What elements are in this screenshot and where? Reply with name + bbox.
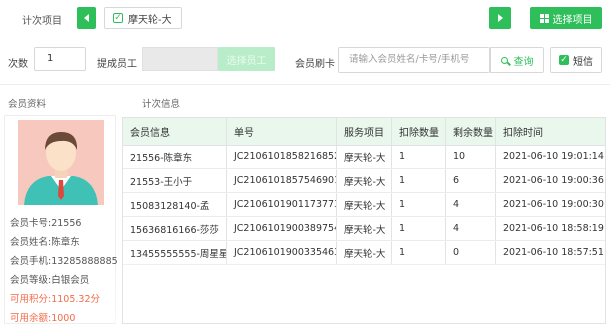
table-cell: 21556-陈章东 xyxy=(123,145,227,168)
member-info-heading: 会员资料 xyxy=(8,99,47,110)
table-header: 会员信息 单号 服务项目 扣除数量 剩余数量 扣除时间 xyxy=(123,118,605,146)
column-header[interactable]: 剩余数量 xyxy=(446,118,496,145)
member-level: 会员等级:白银会员 xyxy=(10,275,90,286)
count-records-table: 会员信息 单号 服务项目 扣除数量 剩余数量 扣除时间 21556-陈章东 JC… xyxy=(122,117,606,324)
query-button[interactable]: 查询 xyxy=(490,47,544,73)
select-project-label: 选择项目 xyxy=(552,14,593,26)
count-info-heading: 计次信息 xyxy=(142,99,181,110)
checkmark-icon: ✓ xyxy=(113,12,123,23)
member-points: 可用积分:1105.32分 xyxy=(10,294,100,305)
table-cell: 13455555555-周星星 xyxy=(123,241,227,264)
table-cell: 4 xyxy=(446,217,496,240)
table-cell: 4 xyxy=(446,193,496,216)
table-row[interactable]: 13455555555-周星星 JC2106101900335463 摩天轮-大… xyxy=(123,241,605,265)
table-cell: 摩天轮-大 xyxy=(337,241,392,264)
sms-checkbox[interactable]: ✓ 短信 xyxy=(550,47,602,73)
divider xyxy=(0,84,610,85)
table-cell: 2021-06-10 19:00:36 xyxy=(503,175,604,186)
member-search-input[interactable]: 请输入会员姓名/卡号/手机号 xyxy=(338,47,490,73)
table-row[interactable]: 21556-陈章东 JC2106101858216852 摩天轮-大 1 10 … xyxy=(123,145,605,169)
table-cell: 10 xyxy=(446,145,496,168)
table-cell: JC2106101900335463 xyxy=(227,241,337,264)
table-row[interactable]: 15636816166-莎莎 JC2106101900389754 摩天轮-大 … xyxy=(123,217,605,241)
user-avatar-icon xyxy=(18,120,104,205)
selected-project-name: 摩天轮-大 xyxy=(128,14,172,26)
grid-icon xyxy=(539,13,549,23)
table-cell: 21553-王小于 xyxy=(123,169,227,192)
table-cell: 2021-06-10 19:00:30 xyxy=(503,199,604,210)
member-phone: 会员手机:13285888885 xyxy=(10,256,118,267)
count-input[interactable]: 1 xyxy=(34,47,86,71)
table-cell: JC2106101858216852 xyxy=(227,145,337,168)
table-cell: 0 xyxy=(446,241,496,264)
column-header[interactable]: 扣除数量 xyxy=(392,118,446,145)
table-cell: 1 xyxy=(392,193,446,216)
sms-label: 短信 xyxy=(573,56,593,68)
selected-project-chip[interactable]: ✓ 摩天轮-大 xyxy=(104,7,182,29)
table-cell: 2021-06-10 18:57:51 xyxy=(503,247,604,258)
swipe-card-label: 会员刷卡 xyxy=(295,59,335,70)
table-cell: 15636816166-莎莎 xyxy=(123,217,227,240)
query-label: 查询 xyxy=(513,56,534,68)
table-cell: 1 xyxy=(392,169,446,192)
column-header[interactable]: 扣除时间 xyxy=(496,118,605,145)
project-label: 计次项目 xyxy=(22,16,62,27)
table-row[interactable]: 15083128140-孟 JC2106101901173773 摩天轮-大 1… xyxy=(123,193,605,217)
caret-left-icon xyxy=(83,14,89,22)
table-cell: 摩天轮-大 xyxy=(337,145,392,168)
table-cell: 摩天轮-大 xyxy=(337,169,392,192)
column-header[interactable]: 会员信息 xyxy=(123,118,227,145)
table-cell: 2021-06-10 19:01:14 xyxy=(503,151,604,162)
table-cell: 1 xyxy=(392,217,446,240)
table-cell: 1 xyxy=(392,241,446,264)
table-cell: JC2106101857546901 xyxy=(227,169,337,192)
checkbox-checked-icon: ✓ xyxy=(559,54,569,65)
table-cell: 摩天轮-大 xyxy=(337,217,392,240)
table-cell: 6 xyxy=(446,169,496,192)
member-balance: 可用余额:1000 xyxy=(10,313,76,324)
avatar xyxy=(18,120,104,205)
table-cell: 1 xyxy=(392,145,446,168)
column-header[interactable]: 单号 xyxy=(227,118,337,145)
next-project-button[interactable] xyxy=(489,7,511,29)
table-cell: 2021-06-10 18:58:19 xyxy=(503,223,604,234)
member-name: 会员姓名:陈章东 xyxy=(10,237,80,248)
table-cell: JC2106101901173773 xyxy=(227,193,337,216)
select-project-button[interactable]: 选择项目 xyxy=(530,7,602,29)
member-card-no: 会员卡号:21556 xyxy=(10,218,82,229)
table-cell: 15083128140-孟 xyxy=(123,193,227,216)
count-label: 次数 xyxy=(8,59,28,70)
caret-right-icon xyxy=(498,14,503,22)
select-employee-button[interactable]: 选择员工 xyxy=(218,47,275,71)
table-row[interactable]: 21553-王小于 JC2106101857546901 摩天轮-大 1 6 2… xyxy=(123,169,605,193)
employee-field[interactable] xyxy=(142,47,218,71)
table-cell: 摩天轮-大 xyxy=(337,193,392,216)
commission-label: 提成员工 xyxy=(97,59,137,70)
search-icon xyxy=(500,56,508,64)
column-header[interactable]: 服务项目 xyxy=(337,118,392,145)
table-cell: JC2106101900389754 xyxy=(227,217,337,240)
prev-project-button[interactable] xyxy=(77,7,96,29)
